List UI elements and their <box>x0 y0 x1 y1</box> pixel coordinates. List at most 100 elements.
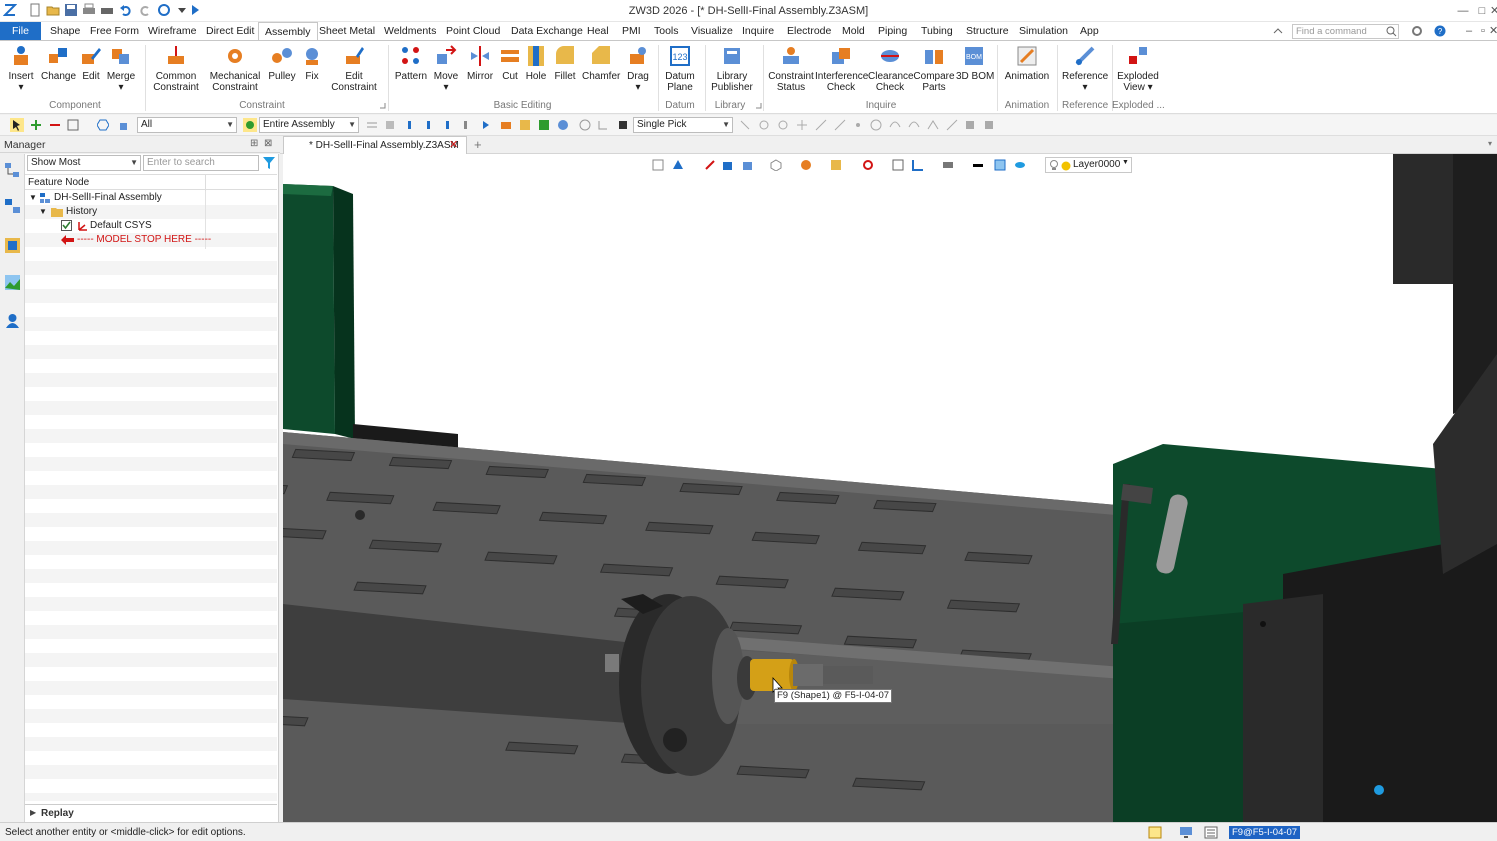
part-library-icon[interactable] <box>4 237 21 254</box>
constraint-status-button[interactable]: Constraint Status <box>767 44 815 93</box>
tab-point-cloud[interactable]: Point Cloud <box>440 22 506 40</box>
tab-mold[interactable]: Mold <box>836 22 871 40</box>
pick-mode-icon[interactable] <box>617 119 629 131</box>
filter-icon[interactable] <box>262 156 276 170</box>
3d-viewport[interactable]: F9 (Shape1) @ F5-I-04-07 Layer0000 ▼ <box>283 154 1497 822</box>
view-tool-icon[interactable] <box>672 159 684 171</box>
cut-button[interactable]: Cut <box>498 44 522 82</box>
hexagon-icon[interactable] <box>97 119 109 131</box>
selection-readout[interactable]: F9@F5-I-04-07 <box>1229 826 1301 839</box>
collapse-toggle-icon[interactable]: ▼ <box>39 205 47 219</box>
reference-button[interactable]: Reference ▾ <box>1062 44 1108 93</box>
view-cube-icon[interactable] <box>742 159 754 171</box>
drag-button[interactable]: Drag ▾ <box>624 44 652 93</box>
status-tool-icon[interactable] <box>1148 826 1162 839</box>
user-icon[interactable] <box>4 312 21 329</box>
remove-icon[interactable] <box>49 119 61 131</box>
toolbar-tool-icon[interactable] <box>425 119 437 131</box>
toolbar-tool-icon[interactable] <box>557 119 569 131</box>
view-tool-icon[interactable] <box>652 159 664 171</box>
tree-row-history[interactable]: ▼ History <box>25 205 277 219</box>
color-swatch-icon[interactable] <box>972 159 984 171</box>
chamfer-button[interactable]: Chamfer <box>582 44 620 82</box>
checkbox-checked-icon[interactable] <box>61 220 72 231</box>
close-tab-icon[interactable]: ✕ <box>449 138 458 151</box>
pattern-button[interactable]: Pattern <box>394 44 428 82</box>
view-tool-icon[interactable] <box>830 159 842 171</box>
snap-tool-icon[interactable] <box>815 119 827 131</box>
tab-inquire[interactable]: Inquire <box>736 22 780 40</box>
exploded-view-button[interactable]: Exploded View ▾ <box>1116 44 1160 93</box>
toolbar-tool-icon[interactable] <box>481 119 493 131</box>
view-tool-icon[interactable] <box>722 159 734 171</box>
toolbar-tool-icon[interactable] <box>519 119 531 131</box>
view-tool-icon[interactable] <box>892 159 904 171</box>
change-button[interactable]: Change <box>41 44 76 82</box>
collapse-toggle-icon[interactable]: ▼ <box>29 191 37 205</box>
command-search-input[interactable]: Find a command <box>1292 24 1399 39</box>
tab-file[interactable]: File <box>0 22 41 40</box>
view-tool-icon[interactable] <box>912 159 924 171</box>
datum-plane-button[interactable]: 123 Datum Plane <box>662 44 698 93</box>
edit-button[interactable]: Edit <box>78 44 104 82</box>
history-tree-icon[interactable] <box>4 162 21 179</box>
view-tool-icon[interactable] <box>942 159 954 171</box>
tree-search-input[interactable]: Enter to search <box>143 155 259 171</box>
toolbar-tool-icon[interactable] <box>366 119 378 131</box>
tab-shape[interactable]: Shape <box>44 22 86 40</box>
fix-button[interactable]: Fix <box>300 44 324 82</box>
mechanical-constraint-button[interactable]: Mechanical Constraint <box>209 44 261 93</box>
add-icon[interactable] <box>30 119 42 131</box>
visual-manager-icon[interactable] <box>4 274 21 291</box>
move-button[interactable]: Move ▾ <box>432 44 460 93</box>
entity-filter-select[interactable]: All ▼ <box>137 117 237 133</box>
doc-minimize-button[interactable]: – <box>1462 24 1476 38</box>
common-constraint-button[interactable]: Common Constraint <box>152 44 200 93</box>
maximize-button[interactable]: □ <box>1475 4 1489 18</box>
help-icon[interactable]: ? <box>1434 25 1446 37</box>
mirror-button[interactable]: Mirror <box>465 44 495 82</box>
doc-close-button[interactable]: ✕ <box>1489 24 1497 38</box>
toolbar-tool-icon[interactable] <box>500 119 512 131</box>
library-publisher-button[interactable]: Library Publisher <box>710 44 754 93</box>
3d-bom-button[interactable]: BOM 3D BOM <box>956 44 994 82</box>
tab-data-exchange[interactable]: Data Exchange <box>505 22 589 40</box>
tab-tubing[interactable]: Tubing <box>915 22 959 40</box>
toolbar-tool-icon[interactable] <box>462 119 474 131</box>
toolbar-tool-icon[interactable] <box>579 119 591 131</box>
snap-tool-icon[interactable] <box>927 119 939 131</box>
toolbar-tool-icon[interactable] <box>597 119 609 131</box>
fillet-button[interactable]: Fillet <box>551 44 579 82</box>
tab-structure[interactable]: Structure <box>960 22 1015 40</box>
tab-app[interactable]: App <box>1074 22 1105 40</box>
snap-tool-icon[interactable] <box>834 119 846 131</box>
tab-piping[interactable]: Piping <box>872 22 913 40</box>
merge-button[interactable]: Merge ▾ <box>106 44 136 93</box>
library-expand-icon[interactable] <box>755 102 762 109</box>
filter-options-icon[interactable] <box>67 119 79 131</box>
tab-heal[interactable]: Heal <box>581 22 615 40</box>
collapse-ribbon-icon[interactable] <box>1273 26 1283 36</box>
animation-button[interactable]: Animation <box>1002 44 1052 82</box>
assembly-scope-icon[interactable] <box>243 118 257 132</box>
snap-tool-icon[interactable] <box>946 119 958 131</box>
clearance-check-button[interactable]: Clearance Check <box>868 44 914 93</box>
snap-tool-icon[interactable] <box>796 119 808 131</box>
toolbar-tool-icon[interactable] <box>384 119 396 131</box>
view-tool-icon[interactable] <box>770 159 782 171</box>
tab-wireframe[interactable]: Wireframe <box>142 22 202 40</box>
view-tool-icon[interactable] <box>704 159 716 171</box>
tab-electrode[interactable]: Electrode <box>781 22 837 40</box>
toolbar-tool-icon[interactable] <box>538 119 550 131</box>
expand-replay-icon[interactable]: ▶ <box>30 808 36 817</box>
minimize-button[interactable]: — <box>1456 4 1470 18</box>
replay-bar[interactable]: ▶ Replay <box>25 804 277 822</box>
tree-row-model-stop[interactable]: ----- MODEL STOP HERE ----- <box>25 233 277 247</box>
tab-free-form[interactable]: Free Form <box>84 22 145 40</box>
new-tab-icon[interactable]: + <box>474 137 482 152</box>
assembly-tree-icon[interactable] <box>4 198 21 215</box>
doc-restore-button[interactable]: ▫ <box>1476 24 1490 38</box>
snap-tool-icon[interactable] <box>983 119 995 131</box>
layer-select[interactable]: Layer0000 ▼ <box>1045 157 1132 173</box>
pulley-button[interactable]: Pulley <box>267 44 297 82</box>
